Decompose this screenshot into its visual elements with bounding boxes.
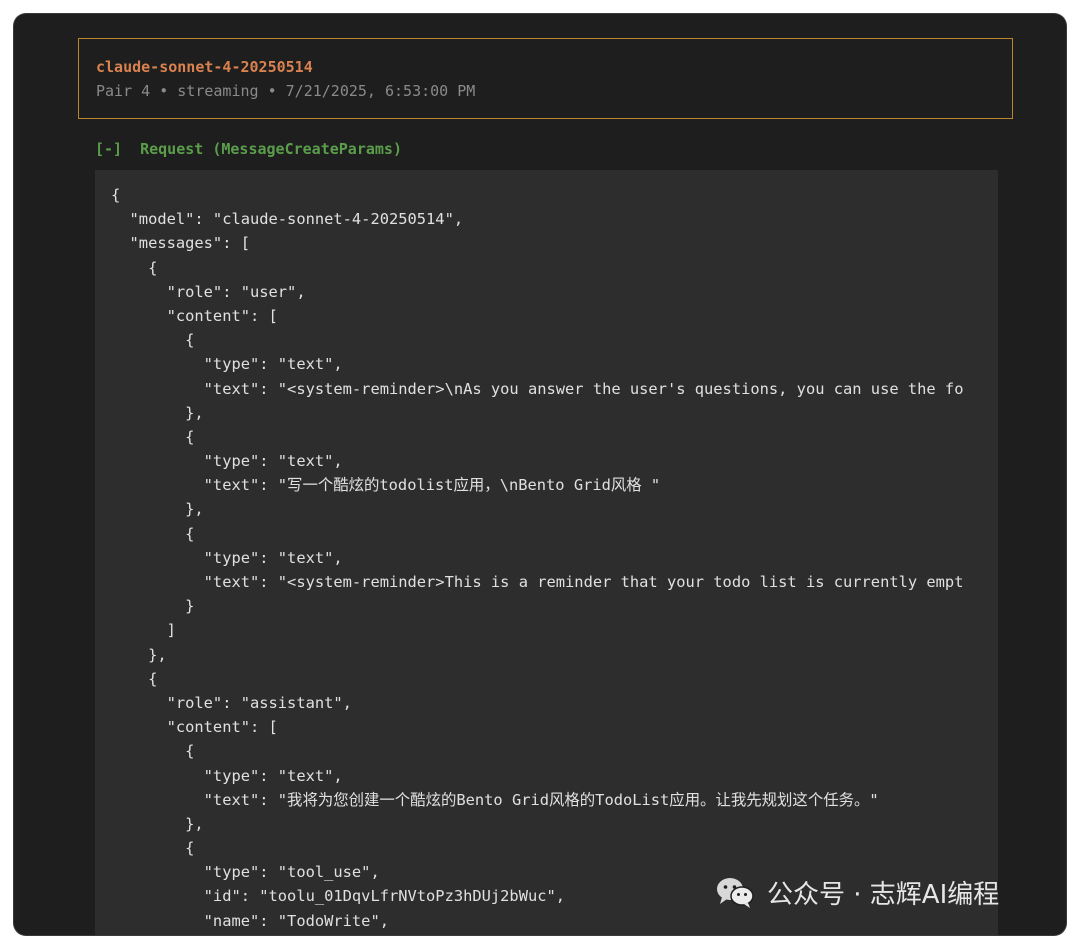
code-line: "model": "claude-sonnet-4-20250514", bbox=[111, 210, 464, 229]
code-line: }, bbox=[111, 500, 204, 519]
request-section-title: Request (MessageCreateParams) bbox=[140, 140, 402, 158]
code-line: "type": "text", bbox=[111, 548, 343, 567]
code-line: "content": [ bbox=[111, 306, 278, 325]
request-section-header[interactable]: [-] Request (MessageCreateParams) bbox=[95, 140, 402, 158]
code-line: { bbox=[111, 742, 195, 761]
code-line: "content": [ bbox=[111, 718, 278, 737]
collapse-toggle[interactable]: [-] bbox=[95, 140, 122, 158]
code-line: "role": "assistant", bbox=[111, 693, 352, 712]
wechat-icon bbox=[715, 875, 755, 909]
watermark-text: 公众号 · 志辉AI编程 bbox=[767, 879, 1000, 910]
code-line: "name": "TodoWrite", bbox=[111, 911, 389, 930]
code-line: }, bbox=[111, 645, 167, 664]
code-line: { bbox=[111, 669, 158, 688]
code-line: "role": "user", bbox=[111, 282, 306, 301]
code-line: "type": "text", bbox=[111, 355, 343, 374]
code-line: }, bbox=[111, 403, 204, 422]
model-name: claude-sonnet-4-20250514 bbox=[96, 58, 313, 76]
json-code-block: { "model": "claude-sonnet-4-20250514", "… bbox=[111, 183, 998, 933]
code-line: ] bbox=[111, 621, 176, 640]
code-line: "text": "写一个酷炫的todolist应用，\nBento Grid风格… bbox=[111, 476, 661, 495]
request-json-panel: { "model": "claude-sonnet-4-20250514", "… bbox=[95, 170, 998, 935]
code-line: { bbox=[111, 331, 195, 350]
code-line: { bbox=[111, 427, 195, 446]
code-line: } bbox=[111, 597, 195, 616]
watermark: 公众号 · 志辉AI编程 bbox=[715, 872, 999, 912]
code-line: "text": "<system-reminder>This is a remi… bbox=[111, 573, 964, 591]
log-viewer-window: claude-sonnet-4-20250514 Pair 4 • stream… bbox=[14, 14, 1066, 935]
code-line: }, bbox=[111, 814, 204, 833]
code-line: "text": "<system-reminder>\nAs you answe… bbox=[111, 379, 964, 398]
pair-meta: Pair 4 • streaming • 7/21/2025, 6:53:00 … bbox=[96, 82, 476, 100]
pair-header: claude-sonnet-4-20250514 Pair 4 • stream… bbox=[78, 38, 1013, 119]
code-line: "type": "text", bbox=[111, 452, 343, 471]
code-line: "messages": [ bbox=[111, 234, 250, 253]
code-line: { bbox=[111, 839, 195, 858]
code-line: { bbox=[111, 186, 121, 204]
code-line: { bbox=[111, 258, 158, 277]
code-line: { bbox=[111, 524, 195, 543]
code-line: "type": "text", bbox=[111, 766, 343, 785]
code-line: "text": "我将为您创建一个酷炫的Bento Grid风格的TodoLis… bbox=[111, 790, 879, 809]
